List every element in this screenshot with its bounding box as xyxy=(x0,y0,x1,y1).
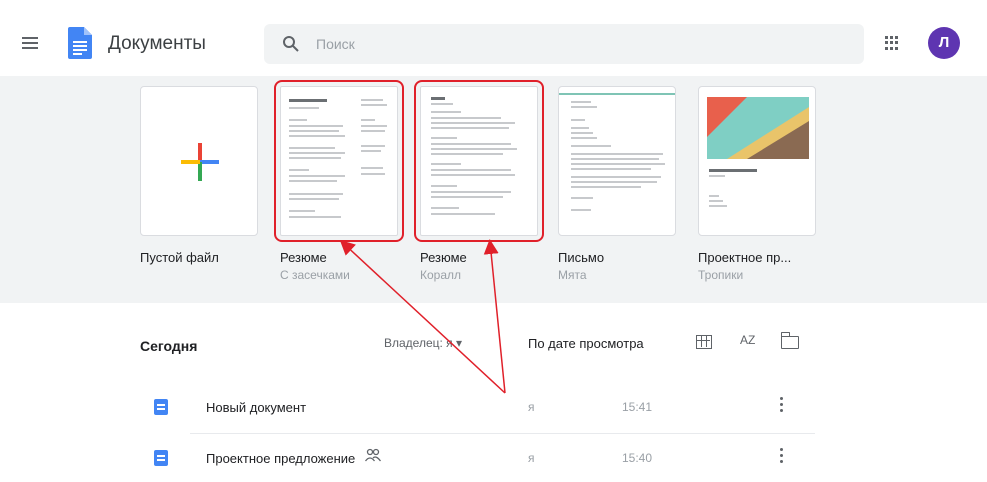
template-resume-serif[interactable]: Резюме С засечками xyxy=(274,80,404,282)
docs-logo-icon[interactable] xyxy=(68,27,92,59)
search-input[interactable] xyxy=(316,24,816,64)
document-name[interactable]: Проектное предложение xyxy=(206,451,355,466)
document-row[interactable]: Проектное предложение я 15:40 xyxy=(140,436,815,482)
app-title[interactable]: Документы xyxy=(108,33,206,55)
document-time: 15:40 xyxy=(622,451,653,465)
document-icon xyxy=(154,399,168,415)
template-thumbnail[interactable] xyxy=(414,80,544,242)
template-subtitle: Коралл xyxy=(420,268,462,282)
sort-order-button[interactable]: По дате просмотра xyxy=(528,336,644,351)
document-owner: я xyxy=(528,400,535,414)
template-subtitle: Тропики xyxy=(698,268,744,282)
template-thumbnail[interactable] xyxy=(698,86,816,236)
template-subtitle: С засечками xyxy=(280,268,350,282)
document-icon xyxy=(154,450,168,466)
more-options-icon[interactable] xyxy=(780,448,786,468)
template-project-tropic[interactable]: Проектное пр... Тропики xyxy=(698,86,816,282)
template-gallery: Пустой файл Резюме С засечками Резюме Ко… xyxy=(0,76,987,303)
grid-view-icon[interactable] xyxy=(696,335,712,349)
scrollbar[interactable] xyxy=(980,86,986,482)
search-bar[interactable] xyxy=(264,24,864,64)
document-name[interactable]: Новый документ xyxy=(206,400,306,415)
google-apps-grid-icon[interactable] xyxy=(885,36,899,50)
template-subtitle: Мята xyxy=(558,268,587,282)
template-name: Пустой файл xyxy=(140,250,219,265)
template-resume-coral[interactable]: Резюме Коралл xyxy=(414,80,544,282)
document-owner: я xyxy=(528,451,535,465)
document-time: 15:41 xyxy=(622,400,653,414)
account-avatar[interactable]: Л xyxy=(928,27,960,59)
top-app-bar: Документы Л xyxy=(0,0,987,86)
template-thumbnail[interactable] xyxy=(558,86,676,236)
document-row[interactable]: Новый документ я 15:41 xyxy=(140,385,815,431)
template-thumbnail[interactable] xyxy=(274,80,404,242)
more-options-icon[interactable] xyxy=(780,397,786,417)
search-icon[interactable] xyxy=(282,35,300,53)
plus-icon xyxy=(181,143,219,181)
template-name: Резюме xyxy=(420,250,467,265)
hamburger-menu-icon[interactable] xyxy=(22,37,38,49)
template-letter-mint[interactable]: Письмо Мята xyxy=(558,86,676,282)
section-title: Сегодня xyxy=(140,338,198,354)
sort-az-icon[interactable]: AZ xyxy=(740,333,755,347)
folder-picker-icon[interactable] xyxy=(780,332,799,349)
owner-filter-dropdown[interactable]: Владелец: я ▾ xyxy=(384,336,462,350)
tropic-graphic-icon xyxy=(707,97,809,159)
template-name: Резюме xyxy=(280,250,327,265)
template-blank[interactable]: Пустой файл xyxy=(140,86,258,268)
row-divider xyxy=(190,433,815,434)
template-name: Проектное пр... xyxy=(698,250,792,265)
shared-people-icon xyxy=(365,448,381,462)
document-list-header: Сегодня Владелец: я ▾ По дате просмотра … xyxy=(0,320,987,370)
template-name: Письмо xyxy=(558,250,605,265)
template-thumbnail[interactable] xyxy=(140,86,258,236)
